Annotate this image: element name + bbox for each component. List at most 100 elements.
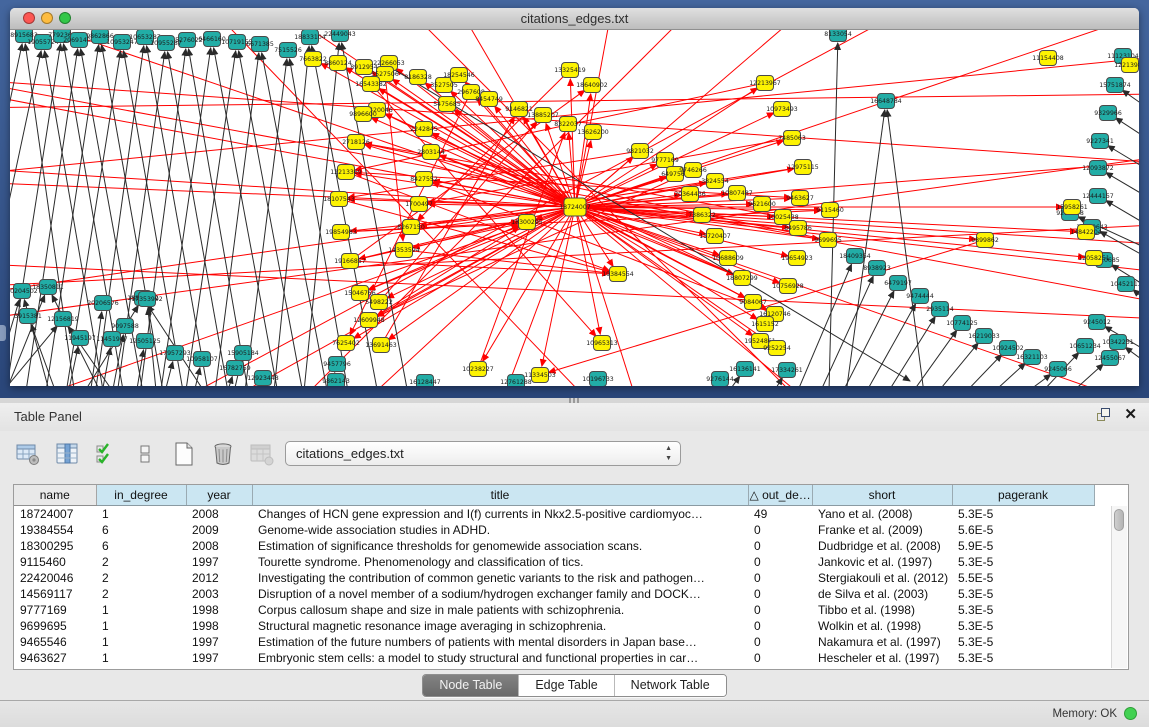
- table-scrollbar[interactable]: [1111, 506, 1127, 668]
- table-row[interactable]: 946362711997Embryonic stem cells: a mode…: [14, 650, 1094, 666]
- column-header-short[interactable]: short: [812, 485, 952, 505]
- network-node[interactable]: 18409354: [839, 249, 871, 264]
- column-header-in_degree[interactable]: in_degree: [96, 485, 186, 505]
- network-node[interactable]: 16782759: [219, 361, 251, 376]
- table-row[interactable]: 1938455462009Genome-wide association stu…: [14, 522, 1094, 538]
- network-node[interactable]: 15751874: [1099, 78, 1131, 93]
- network-node[interactable]: 7515526: [274, 43, 302, 58]
- table-row[interactable]: 1830029562008Estimation of significance …: [14, 538, 1094, 554]
- network-node[interactable]: 19854983: [325, 225, 357, 240]
- network-node[interactable]: 9699695: [814, 233, 842, 248]
- network-node[interactable]: 6479197: [884, 276, 912, 291]
- table-row[interactable]: 969969511998Structural magnetic resonanc…: [14, 618, 1094, 634]
- column-header-name[interactable]: name: [14, 485, 96, 505]
- network-window-titlebar[interactable]: citations_edges.txt: [10, 8, 1139, 30]
- network-node[interactable]: 10807487: [721, 186, 753, 201]
- tab-edge-table[interactable]: Edge Table: [518, 675, 613, 696]
- tab-network-table[interactable]: Network Table: [614, 675, 726, 696]
- network-node[interactable]: 8133054: [824, 30, 852, 42]
- network-node[interactable]: 16136141: [729, 362, 761, 377]
- network-node[interactable]: 12975115: [787, 160, 819, 175]
- svg-text:2935114: 2935114: [926, 306, 954, 313]
- network-node[interactable]: 14353594: [388, 243, 420, 258]
- table-settings-icon[interactable]: [14, 440, 42, 468]
- network-node[interactable]: 15905184: [227, 346, 259, 361]
- network-node[interactable]: 7485063: [778, 131, 806, 146]
- svg-text:22266053: 22266053: [373, 60, 405, 67]
- close-panel-icon[interactable]: ✕: [1124, 408, 1137, 421]
- network-node[interactable]: 10196733: [582, 372, 614, 387]
- table-row[interactable]: 946554611997Estimation of the future num…: [14, 634, 1094, 650]
- float-window-icon[interactable]: [1097, 408, 1110, 421]
- network-node[interactable]: 12455067: [1094, 351, 1126, 366]
- network-node[interactable]: 12093872: [1082, 161, 1114, 176]
- delete-table-icon[interactable]: [248, 440, 276, 468]
- svg-text:10774125: 10774125: [946, 320, 978, 327]
- network-node[interactable]: 10651234: [1069, 339, 1101, 354]
- network-node[interactable]: 11945197: [64, 331, 96, 346]
- network-node[interactable]: 18640902: [576, 78, 608, 93]
- select-columns-icon[interactable]: [53, 440, 81, 468]
- network-node[interactable]: 19384554: [602, 267, 634, 282]
- network-node[interactable]: 13626200: [577, 125, 609, 140]
- table-row[interactable]: 1872400712008Changes of HCN gene express…: [14, 505, 1094, 522]
- network-node[interactable]: 18833104: [294, 30, 326, 45]
- network-node[interactable]: 9245066: [1044, 362, 1072, 377]
- network-node[interactable]: 16128447: [409, 375, 441, 387]
- network-node[interactable]: 19654923: [781, 251, 813, 266]
- table-selector[interactable]: citations_edges.txt ▲▼: [285, 441, 681, 466]
- network-node[interactable]: 10238227: [462, 362, 494, 377]
- network-node[interactable]: 12156819: [47, 312, 79, 327]
- network-node[interactable]: 12444157: [1082, 189, 1114, 204]
- network-node[interactable]: 20206576: [87, 296, 119, 311]
- network-node[interactable]: 10756928: [772, 279, 804, 294]
- select-all-icon[interactable]: [92, 440, 120, 468]
- network-node[interactable]: 17334261: [771, 363, 803, 378]
- network-node[interactable]: 8938923: [863, 261, 891, 276]
- tab-node-table[interactable]: Node Table: [423, 675, 518, 696]
- column-header-out_de[interactable]: △ out_de…: [748, 485, 812, 505]
- new-column-icon[interactable]: [170, 440, 198, 468]
- memory-status-icon[interactable]: [1124, 707, 1137, 720]
- network-node[interactable]: 8186328: [404, 70, 432, 85]
- network-node[interactable]: 22449043: [324, 30, 356, 42]
- network-node[interactable]: 18107543: [323, 192, 355, 207]
- column-header-title[interactable]: title: [252, 485, 748, 505]
- network-node[interactable]: 10342251: [1102, 335, 1134, 350]
- table-row[interactable]: 2242004622012Investigating the contribut…: [14, 570, 1094, 586]
- network-canvas[interactable]: 8915683190557247792363206914069862866109…: [10, 30, 1139, 386]
- table-scrollbar-thumb[interactable]: [1114, 509, 1124, 531]
- panel-collapse-handle[interactable]: [0, 325, 6, 341]
- network-node[interactable]: 16219033: [968, 329, 1000, 344]
- table-row[interactable]: 977716911998Corpus callosum shape and si…: [14, 602, 1094, 618]
- network-node[interactable]: 13325419: [554, 63, 586, 78]
- select-rows-icon[interactable]: [131, 440, 159, 468]
- network-node[interactable]: 10774125: [946, 316, 978, 331]
- table-row[interactable]: 911546021997Tourette syndrome. Phenomeno…: [14, 554, 1094, 570]
- column-header-pagerank[interactable]: pagerank: [952, 485, 1094, 505]
- table-row[interactable]: 1456911722003Disruption of a novel membe…: [14, 586, 1094, 602]
- network-node[interactable]: 16648784: [870, 94, 902, 109]
- svg-text:19854983: 19854983: [325, 229, 357, 236]
- column-header-year[interactable]: year: [186, 485, 252, 505]
- network-node[interactable]: 2935114: [926, 302, 954, 317]
- network-node[interactable]: 3824554: [701, 174, 729, 189]
- network-desktop: citations_edges.txt 89156831905572477923…: [0, 0, 1149, 398]
- network-node[interactable]: 12505125: [129, 334, 161, 349]
- network-node[interactable]: 9115460: [816, 203, 844, 218]
- network-node[interactable]: 9463627: [786, 191, 814, 206]
- network-node[interactable]: 9821032: [626, 144, 654, 159]
- network-node[interactable]: 10688609: [712, 251, 744, 266]
- svg-text:12505125: 12505125: [129, 338, 161, 345]
- svg-text:18350811: 18350811: [32, 284, 64, 291]
- network-node[interactable]: 11154408: [1032, 51, 1064, 66]
- delete-column-icon[interactable]: [209, 440, 237, 468]
- svg-text:1700497: 1700497: [405, 201, 433, 208]
- network-node[interactable]: 18724007: [559, 198, 591, 216]
- network-node[interactable]: 10965313: [586, 336, 618, 351]
- network-node[interactable]: 12213967: [749, 76, 781, 91]
- network-node[interactable]: 10452113: [1110, 277, 1139, 292]
- network-node[interactable]: 9457796: [323, 357, 351, 372]
- network-node[interactable]: 9329966: [1094, 106, 1122, 121]
- network-node[interactable]: 9276144: [706, 372, 734, 387]
